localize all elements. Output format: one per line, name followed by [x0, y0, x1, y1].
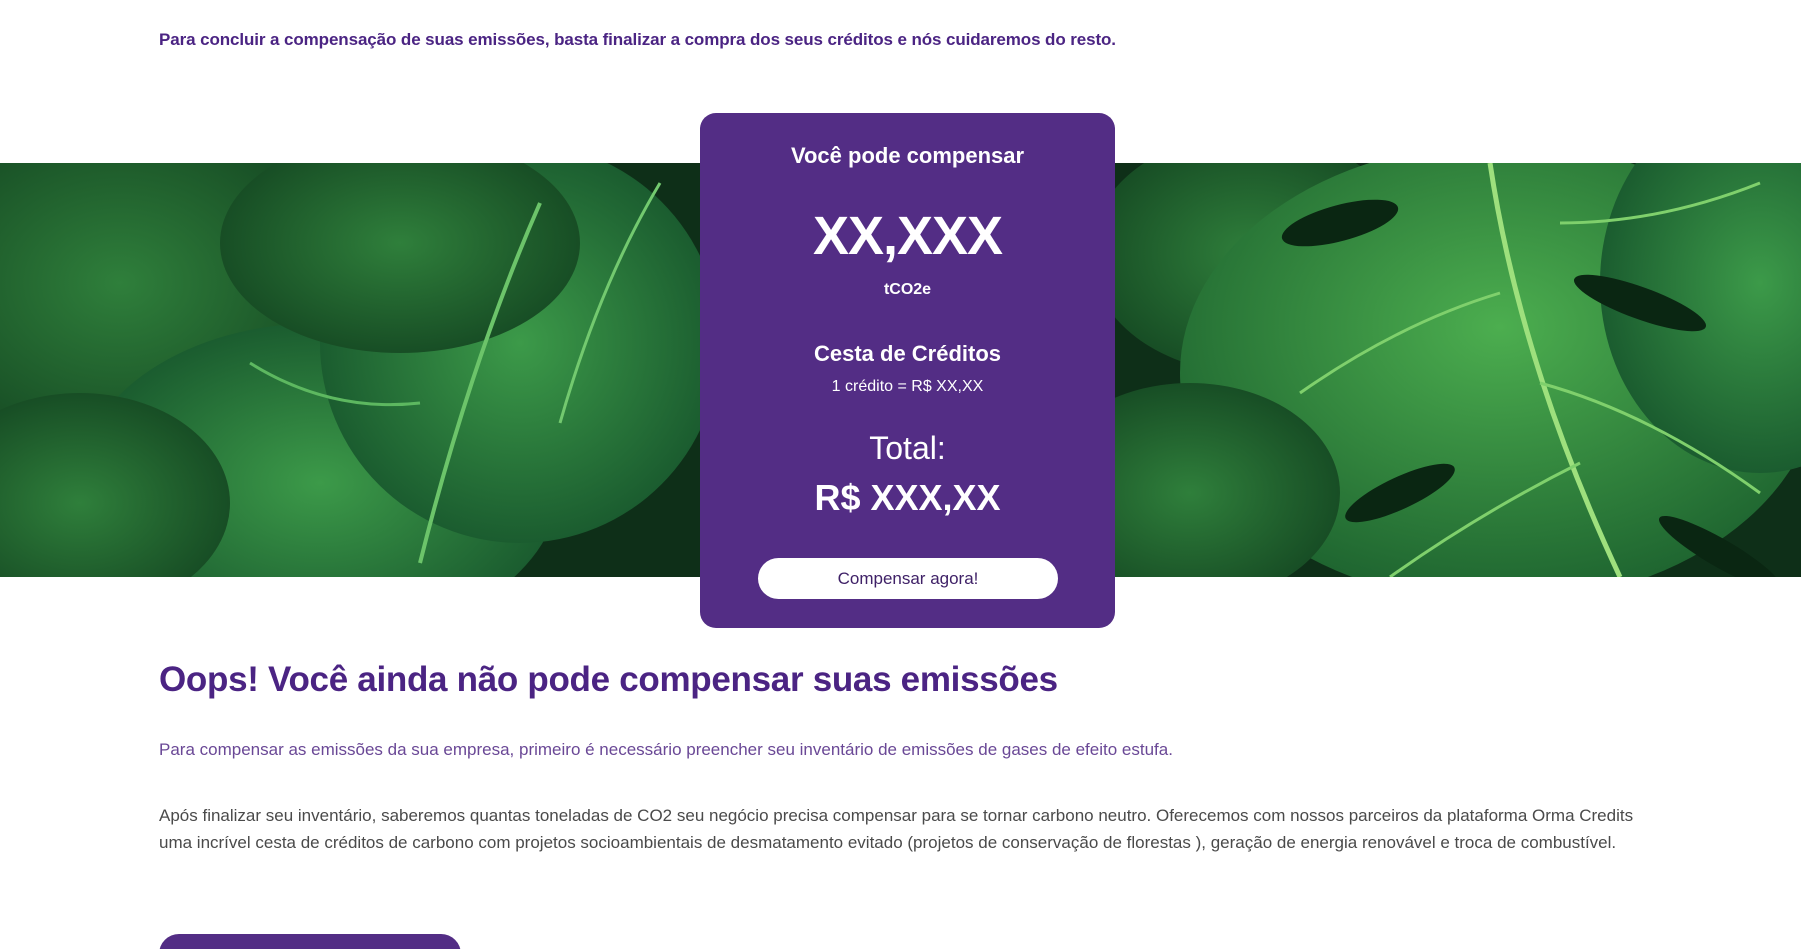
total-value: R$ XXX,XX [814, 477, 1001, 518]
card-title: Você pode compensar [790, 143, 1025, 168]
credit-rate: 1 crédito = R$ XX,XX [831, 378, 984, 395]
fill-inventory-button[interactable] [159, 934, 461, 949]
total-label: Total: [869, 430, 946, 466]
page: Para concluir a compensação de suas emis… [0, 0, 1801, 949]
credit-basket-title: Cesta de Créditos [813, 341, 1002, 366]
compensate-now-button[interactable]: Compensar agora! [758, 558, 1058, 599]
compensation-card: Você pode compensar XX,XXX tCO2e Cesta d… [700, 113, 1115, 628]
intro-text: Para concluir a compensação de suas emis… [159, 30, 1116, 49]
carbon-neutral-info-text: Após finalizar seu inventário, saberemos… [159, 806, 1634, 852]
emissions-amount: XX,XXX [812, 206, 1003, 266]
inventory-required-text: Para compensar as emissões da sua empres… [159, 740, 1173, 759]
emissions-unit: tCO2e [883, 281, 932, 298]
oops-heading: Oops! Você ainda não pode compensar suas… [159, 660, 1058, 699]
